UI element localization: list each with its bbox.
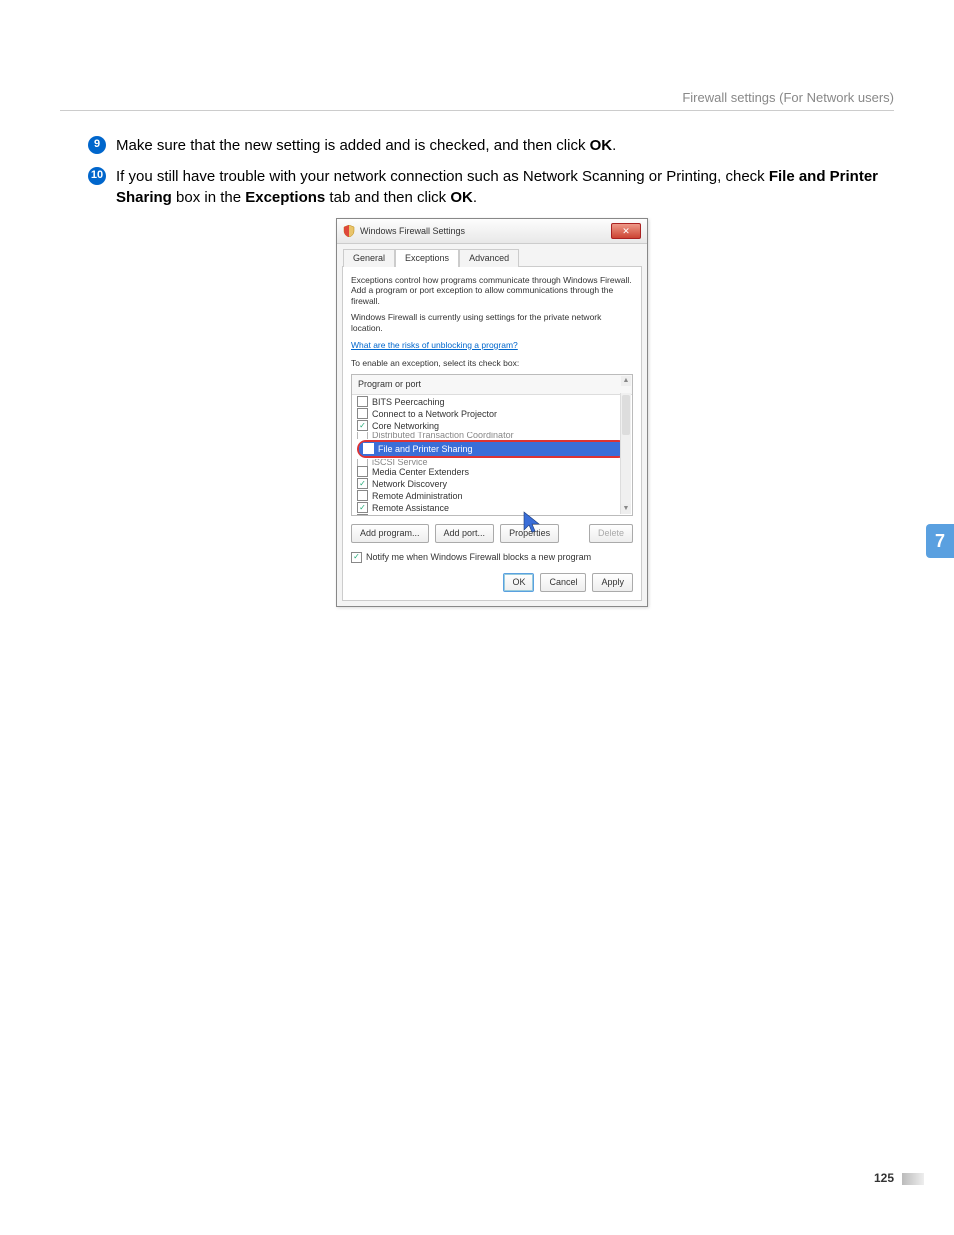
checkbox[interactable] [357,514,368,516]
step-10-b2: Exceptions [245,189,325,206]
list-item-label: Remote Assistance [372,502,449,515]
list-item[interactable]: Distributed Transaction Coordinator [355,432,629,439]
firewall-dialog: Windows Firewall Settings ✕ General Exce… [336,218,648,607]
step-9-pre: Make sure that the new setting is added … [116,137,590,154]
list-item-label: Core Networking [372,420,439,433]
content-area: 9 Make sure that the new setting is adde… [88,135,894,607]
list-item[interactable]: Remote Assistance [355,502,629,514]
checkbox[interactable] [357,420,368,431]
chapter-tab: 7 [926,524,954,558]
checkbox[interactable] [357,432,368,439]
notify-checkbox[interactable] [351,552,362,563]
shield-icon [343,225,355,237]
checkbox[interactable] [357,408,368,419]
cancel-button[interactable]: Cancel [540,573,586,592]
list-item-selected[interactable]: File and Printer Sharing [359,442,625,456]
step-10-post: . [473,189,477,206]
ok-button[interactable]: OK [503,573,534,592]
scroll-up-icon[interactable]: ▲ [621,376,631,386]
checkbox[interactable] [357,466,368,477]
list-buttons-row: Add program... Add port... Properties De… [351,524,633,543]
step-bullet-9: 9 [88,136,106,154]
step-9-ok: OK [590,137,613,154]
checkbox[interactable] [357,396,368,407]
list-item[interactable]: Remote Administration [355,490,629,502]
delete-button[interactable]: Delete [589,524,633,543]
tab-body: Exceptions control how programs communic… [342,266,642,601]
list-item-label: Media Center Extenders [372,466,469,479]
list-items: BITS Peercaching Connect to a Network Pr… [352,395,632,516]
list-item-label: BITS Peercaching [372,396,445,409]
properties-button[interactable]: Properties [500,524,559,543]
notify-label: Notify me when Windows Firewall blocks a… [366,551,591,564]
list-item-label: Remote Administration [372,490,463,503]
step-10: 10 If you still have trouble with your n… [88,166,894,208]
notify-row: Notify me when Windows Firewall blocks a… [351,551,633,564]
dialog-title: Windows Firewall Settings [360,225,465,238]
dialog-titlebar: Windows Firewall Settings ✕ [337,219,647,244]
list-item[interactable]: Network Discovery [355,478,629,490]
checkbox[interactable] [357,490,368,501]
page-header: Firewall settings (For Network users) [682,90,894,105]
step-10-ok: OK [450,189,473,206]
list-item-label: Connect to a Network Projector [372,408,497,421]
checkbox[interactable] [357,502,368,513]
list-item[interactable]: Remote Desktop [355,514,629,516]
enable-label: To enable an exception, select its check… [351,358,633,369]
header-divider [60,110,894,111]
list-item-label: Network Discovery [372,478,447,491]
list-item[interactable]: Media Center Extenders [355,466,629,478]
scrollbar[interactable]: ▲ ▼ [620,393,631,514]
step-10-pre: If you still have trouble with your netw… [116,168,769,185]
apply-button[interactable]: Apply [592,573,633,592]
location-text: Windows Firewall is currently using sett… [351,312,633,333]
tab-exceptions[interactable]: Exceptions [395,249,459,267]
close-button[interactable]: ✕ [611,223,641,239]
step-10-text: If you still have trouble with your netw… [116,166,894,208]
list-item[interactable]: Core Networking [355,420,629,432]
list-item-label: Remote Desktop [372,514,439,517]
dialog-screenshot: Windows Firewall Settings ✕ General Exce… [336,218,894,607]
list-item[interactable]: Connect to a Network Projector [355,408,629,420]
page-number-bar [902,1173,924,1185]
desc-text: Exceptions control how programs communic… [351,275,633,307]
dialog-footer: OK Cancel Apply [351,573,633,592]
checkbox[interactable] [357,459,368,466]
checkbox[interactable] [357,478,368,489]
step-9-text: Make sure that the new setting is added … [116,135,616,156]
list-item[interactable]: iSCSI Service [355,459,629,466]
step-9: 9 Make sure that the new setting is adde… [88,135,894,156]
list-item[interactable]: BITS Peercaching [355,396,629,408]
step-bullet-10: 10 [88,167,106,185]
page-number: 125 [874,1171,894,1185]
checkbox[interactable] [363,443,374,454]
add-program-button[interactable]: Add program... [351,524,429,543]
step-9-post: . [612,137,616,154]
tab-strip: General Exceptions Advanced [337,244,647,266]
add-port-button[interactable]: Add port... [435,524,495,543]
step-10-mid: box in the [172,189,245,206]
tab-general[interactable]: General [343,249,395,267]
list-item-label: iSCSI Service [372,459,428,466]
list-item-label: Distributed Transaction Coordinator [372,432,514,439]
exceptions-listbox[interactable]: Program or port BITS Peercaching Connect… [351,374,633,516]
step-10-mid2: tab and then click [325,189,450,206]
tab-advanced[interactable]: Advanced [459,249,519,267]
list-header: Program or port [352,375,632,395]
list-item-label: File and Printer Sharing [378,443,473,456]
scroll-thumb[interactable] [622,395,630,435]
risks-link[interactable]: What are the risks of unblocking a progr… [351,340,633,352]
highlight-ring: File and Printer Sharing [357,440,627,458]
scroll-down-icon[interactable]: ▼ [621,504,631,514]
